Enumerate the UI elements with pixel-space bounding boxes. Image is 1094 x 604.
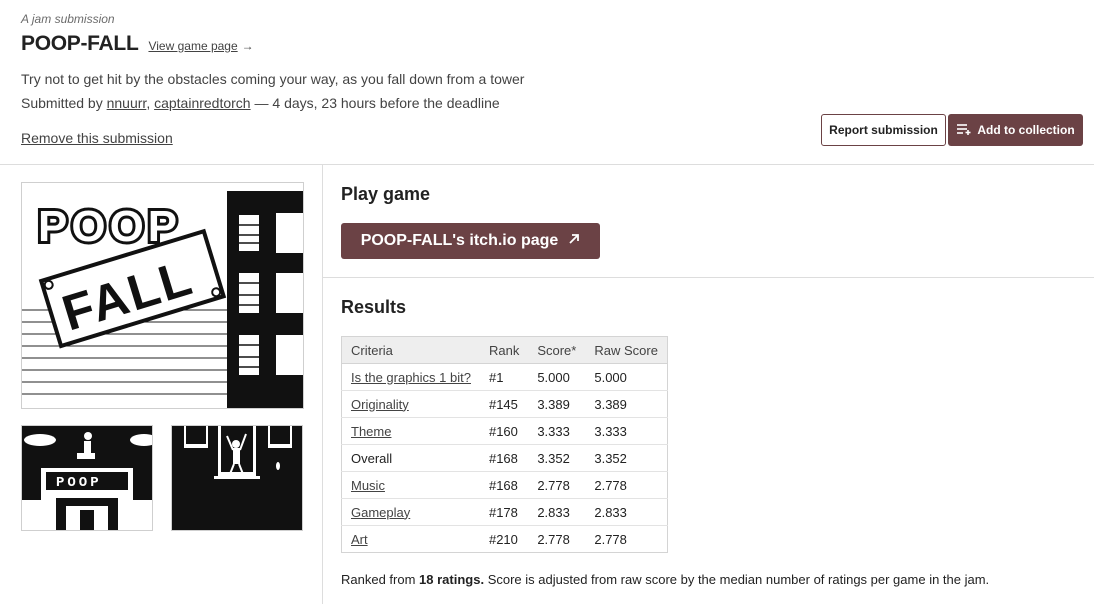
score-cell: 5.000 (528, 363, 586, 391)
title-row: POOP-FALL View game page → (21, 32, 254, 56)
score-cell: 3.333 (528, 417, 586, 445)
add-to-collection-label: Add to collection (977, 123, 1075, 137)
results-heading: Results (341, 297, 407, 317)
criteria-link[interactable]: Originality (351, 397, 409, 412)
remove-submission-link[interactable]: Remove this submission (21, 130, 173, 146)
submission-header: A jam submission POOP-FALL View game pag… (21, 12, 1083, 162)
author-link-captainredtorch[interactable]: captainredtorch (154, 95, 251, 111)
screenshot-thumbnail-1[interactable]: POOP (21, 425, 153, 531)
table-row: Theme #160 3.333 3.333 (341, 417, 668, 445)
column-divider (322, 165, 323, 604)
criteria-link[interactable]: Gameplay (351, 505, 410, 520)
game-description: Try not to get hit by the obstacles comi… (21, 71, 525, 87)
external-link-arrow-icon (568, 232, 580, 250)
rank-cell: #1 (479, 363, 529, 391)
jam-submission-label: A jam submission (21, 12, 115, 26)
raw-score-cell: 3.352 (585, 444, 668, 472)
right-arrow-icon: → (241, 39, 254, 53)
section-divider (323, 277, 1094, 278)
ratings-count: 18 ratings. (419, 572, 485, 587)
criteria-link[interactable]: Art (351, 532, 368, 547)
rank-cell: #210 (488, 531, 518, 547)
column-header-criteria: Criteria (341, 336, 480, 364)
rank-cell: #160 (479, 417, 529, 445)
author-separator: , (146, 95, 151, 111)
table-row: Overall #168 3.352 3.352 (341, 444, 668, 472)
raw-score-cell: 5.000 (585, 363, 668, 391)
raw-score-cell: 2.778 (585, 471, 668, 499)
game-title: POOP-FALL (21, 32, 139, 55)
column-header-score: Score* (528, 336, 586, 364)
rank-cell: #168 (479, 471, 529, 499)
rank-cell: #168 (479, 444, 529, 472)
deadline-text: — 4 days, 23 hours before the deadline (254, 95, 500, 111)
table-row: Is the graphics 1 bit? #1 5.000 5.000 (341, 363, 668, 391)
criteria-link[interactable]: Theme (351, 424, 391, 439)
screenshot-thumbnail-2[interactable] (171, 425, 303, 531)
author-link-nnuurr[interactable]: nnuurr (107, 95, 147, 111)
ranking-note-prefix: Ranked from (341, 572, 416, 587)
table-row: Music #168 2.778 2.778 (341, 471, 668, 499)
header-divider (0, 164, 1094, 165)
play-game-heading: Play game (341, 184, 431, 204)
score-cell: 3.389 (528, 390, 586, 418)
raw-score-cell: 3.333 (585, 417, 668, 445)
raw-score-cell: 2.778 (594, 531, 627, 547)
add-to-collection-button[interactable]: Add to collection (948, 114, 1083, 146)
itchio-page-button[interactable]: POOP-FALL's itch.io page (341, 223, 600, 259)
main-screenshot[interactable]: POOP FALL (21, 182, 304, 409)
raw-score-cell: 2.833 (585, 498, 668, 526)
criteria-cell: Overall (341, 444, 480, 472)
results-header-row: Criteria Rank Score* Raw Score (341, 336, 668, 364)
criteria-link[interactable]: Is the graphics 1 bit? (351, 370, 471, 385)
report-submission-button[interactable]: Report submission (821, 114, 946, 146)
table-row: Gameplay #178 2.833 2.833 (341, 498, 668, 526)
submitted-by-label: Submitted by (21, 95, 103, 111)
rank-cell: #178 (479, 498, 529, 526)
score-cell: 2.778 (537, 531, 570, 547)
view-game-page-link[interactable]: View game page → (148, 39, 253, 53)
submitted-by-line: Submitted by nnuurr, captainredtorch — 4… (21, 95, 500, 111)
rank-cell: #145 (479, 390, 529, 418)
add-to-collection-icon (956, 123, 972, 138)
raw-score-cell: 3.389 (585, 390, 668, 418)
ranking-note-suffix: Score is adjusted from raw score by the … (487, 572, 990, 587)
table-row: Art #210 2.778 2.778 (342, 526, 668, 553)
view-game-page-label: View game page (148, 39, 238, 53)
itchio-page-button-label: POOP-FALL's itch.io page (360, 232, 559, 249)
column-header-rank: Rank (479, 336, 529, 364)
column-header-raw-score: Raw Score (585, 336, 668, 364)
results-table: Criteria Rank Score* Raw Score Is the gr… (341, 336, 668, 553)
score-cell: 3.352 (528, 444, 586, 472)
score-cell: 2.833 (528, 498, 586, 526)
score-cell: 2.778 (528, 471, 586, 499)
poop-sign-text: POOP (56, 475, 102, 491)
criteria-link[interactable]: Music (351, 478, 385, 493)
ranking-note: Ranked from 18 ratings. Score is adjuste… (341, 572, 989, 587)
table-row: Originality #145 3.389 3.389 (341, 390, 668, 418)
